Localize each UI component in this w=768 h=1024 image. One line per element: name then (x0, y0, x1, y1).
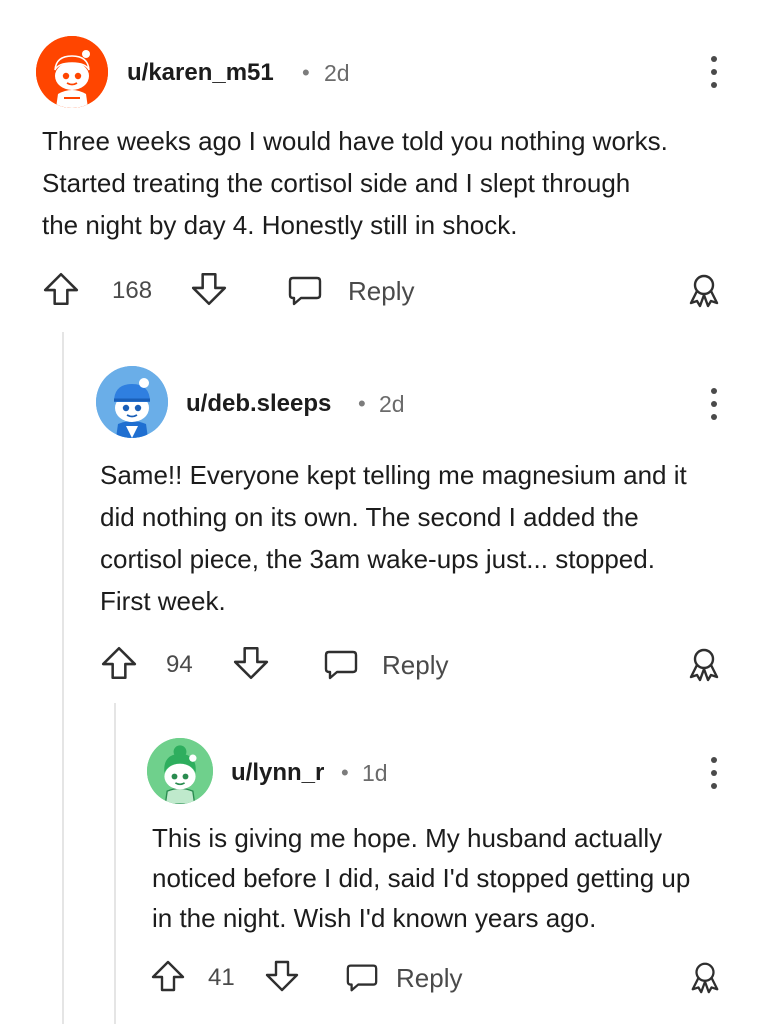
reply-button[interactable]: Reply (396, 963, 462, 994)
comment-line: did nothing on its own. The second I add… (100, 502, 639, 532)
more-options-icon[interactable] (702, 755, 726, 791)
comment-line: This is giving me hope. My husband actua… (152, 823, 663, 853)
vote-count: 41 (208, 964, 235, 991)
reply-bubble-icon[interactable] (286, 272, 324, 308)
timestamp[interactable]: 2d (379, 391, 405, 418)
upvote-icon[interactable] (42, 270, 80, 308)
comment-line: the night by day 4. Honestly still in sh… (42, 210, 518, 240)
award-icon[interactable] (686, 272, 722, 308)
reply-button[interactable]: Reply (348, 276, 414, 307)
avatar[interactable] (36, 36, 108, 108)
more-options-icon[interactable] (702, 386, 726, 422)
separator-dot: • (302, 60, 310, 85)
timestamp[interactable]: 1d (362, 760, 388, 787)
comment-line: Started treating the cortisol side and I… (42, 168, 631, 198)
snoo-avatar-icon (96, 366, 168, 438)
timestamp[interactable]: 2d (324, 60, 350, 87)
upvote-icon[interactable] (100, 644, 138, 682)
thread-line-level-2[interactable] (114, 703, 116, 1024)
reply-button[interactable]: Reply (382, 650, 448, 681)
comment-body: Same!! Everyone kept telling me magnesiu… (100, 454, 750, 622)
comment-body: Three weeks ago I would have told you no… (42, 120, 742, 246)
comment-body: This is giving me hope. My husband actua… (152, 818, 752, 938)
downvote-icon[interactable] (232, 644, 270, 682)
vote-count: 168 (112, 277, 153, 304)
username[interactable]: u/lynn_r (231, 759, 324, 787)
comment-line: noticed before I did, said I'd stopped g… (152, 863, 691, 893)
username[interactable]: u/deb.sleeps (186, 390, 331, 418)
username[interactable]: u/karen_m51 (127, 59, 274, 87)
comment-line: Same!! Everyone kept telling me magnesiu… (100, 460, 687, 490)
reply-bubble-icon[interactable] (322, 646, 360, 682)
comment-line: Three weeks ago I would have told you no… (42, 126, 668, 156)
thread-line-level-1[interactable] (62, 332, 64, 1024)
separator-dot: • (341, 760, 349, 785)
snoo-avatar-icon (147, 738, 213, 804)
avatar[interactable] (147, 738, 213, 804)
downvote-icon[interactable] (264, 958, 300, 994)
upvote-icon[interactable] (150, 958, 186, 994)
separator-dot: • (358, 391, 366, 416)
award-icon[interactable] (686, 646, 722, 682)
reply-bubble-icon[interactable] (344, 960, 380, 994)
comment-line: cortisol piece, the 3am wake-ups just...… (100, 544, 655, 574)
comment-line: First week. (100, 586, 226, 616)
comment-line: in the night. Wish I'd known years ago. (152, 903, 597, 933)
snoo-avatar-icon (36, 36, 108, 108)
downvote-icon[interactable] (190, 270, 228, 308)
more-options-icon[interactable] (702, 54, 726, 90)
award-icon[interactable] (688, 960, 722, 994)
avatar[interactable] (96, 366, 168, 438)
vote-count: 94 (166, 651, 193, 678)
